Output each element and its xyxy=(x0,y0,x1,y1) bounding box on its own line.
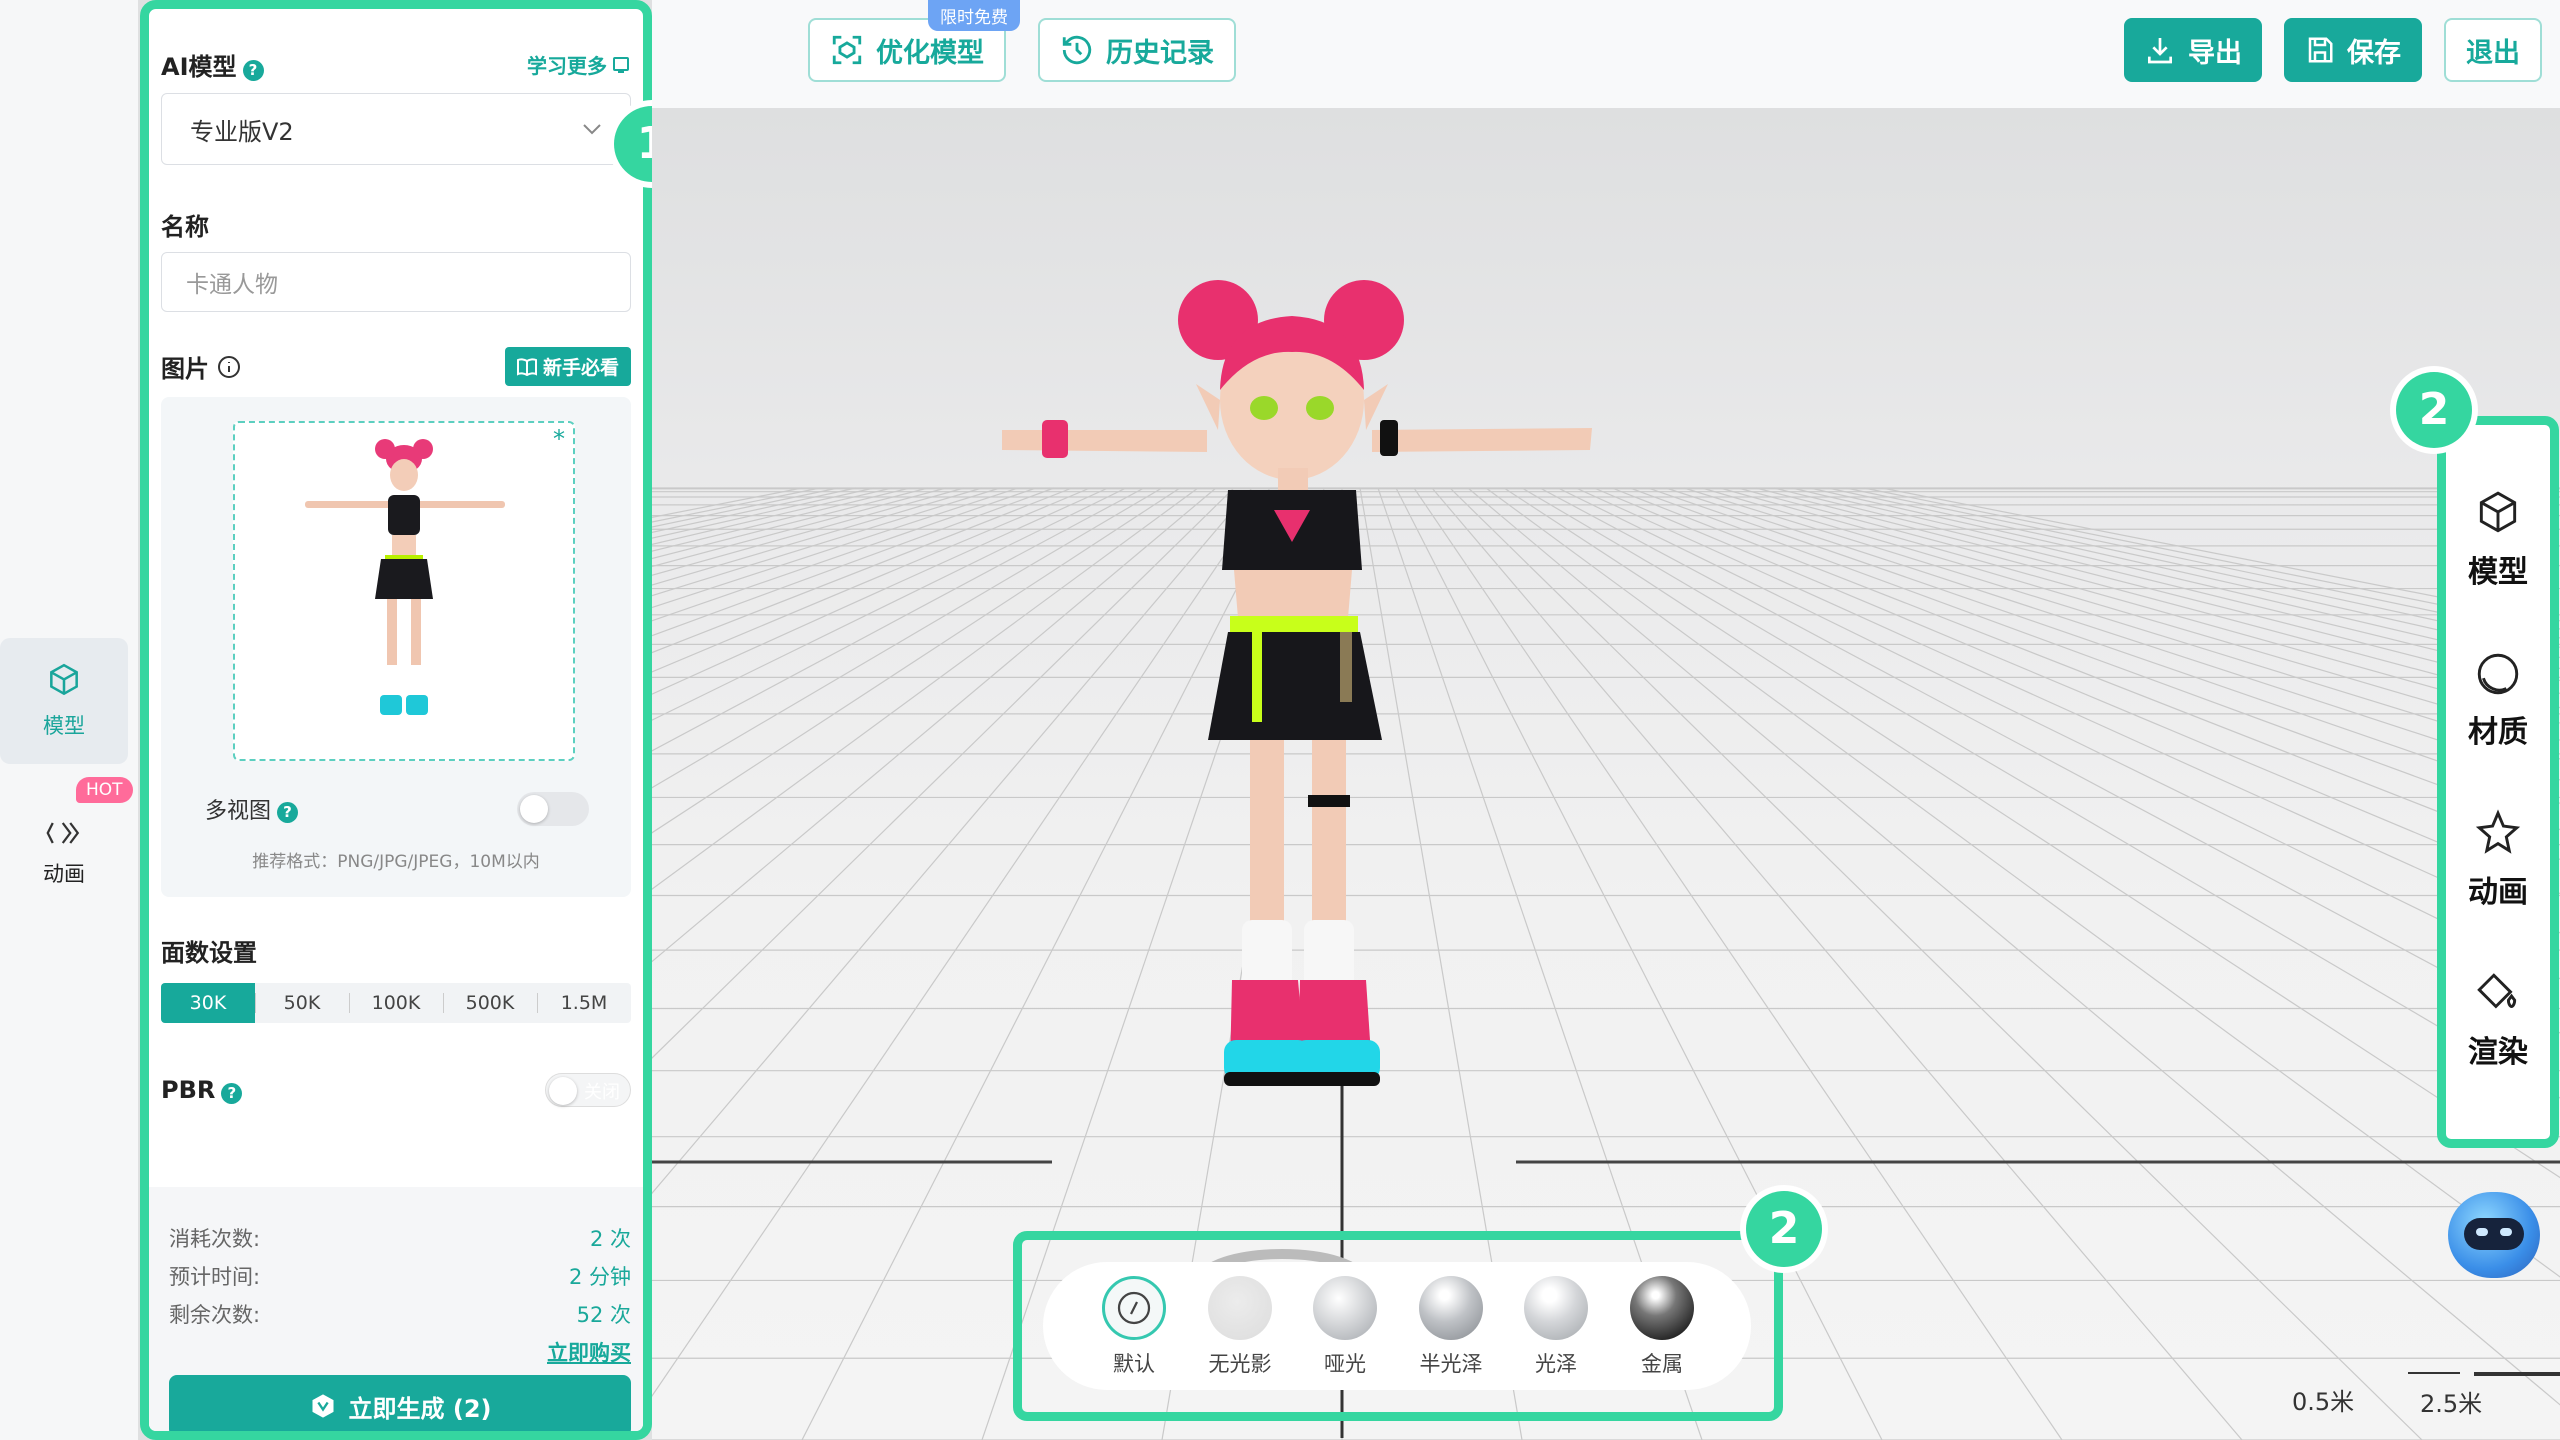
material-preset-bar: 默认 无光影 哑光 半光泽 光泽 金属 xyxy=(1043,1262,1751,1390)
cube-icon xyxy=(2479,491,2517,533)
learn-more-link[interactable]: 学习更多 xyxy=(527,50,631,79)
help-icon[interactable]: ? xyxy=(221,1083,243,1104)
scale-label-small: 0.5米 xyxy=(2292,1388,2355,1416)
pbr-toggle[interactable]: 关闭 xyxy=(545,1073,631,1107)
scan-icon xyxy=(832,35,862,65)
bot-eye xyxy=(2500,1228,2512,1236)
tool-model[interactable]: 模型 xyxy=(2446,489,2550,591)
multiview-heading: 多视图? xyxy=(205,793,299,825)
stat-cost: 消耗次数: 2 次 xyxy=(169,1227,631,1251)
gem-icon xyxy=(312,1394,333,1418)
animation-chevrons-icon xyxy=(46,822,80,844)
required-asterisk-icon: * xyxy=(553,425,565,453)
rail-model-label: 模型 xyxy=(43,714,85,738)
exit-button[interactable]: 退出 xyxy=(2444,18,2542,82)
default-material-icon xyxy=(1102,1276,1166,1340)
faces-option-50k[interactable]: 50K xyxy=(255,983,349,1023)
cube-icon xyxy=(50,663,78,696)
material-matte[interactable]: 哑光 xyxy=(1300,1276,1390,1378)
history-icon xyxy=(1062,35,1092,65)
generate-button[interactable]: 立即生成 (2) xyxy=(169,1375,631,1431)
scale-bar-small xyxy=(2408,1372,2460,1374)
rail-animation-label: 动画 xyxy=(43,862,85,886)
rail-item-animation[interactable]: 动画 xyxy=(0,790,128,916)
assistant-bot-icon[interactable] xyxy=(2448,1192,2540,1278)
faces-option-100k[interactable]: 100K xyxy=(349,983,443,1023)
paint-bucket-icon xyxy=(2477,973,2517,1009)
external-link-icon xyxy=(613,56,629,73)
buy-now-link[interactable]: 立即购买 xyxy=(547,1337,631,1367)
unlit-ball-icon xyxy=(1208,1276,1272,1340)
history-button[interactable]: 历史记录 xyxy=(1038,18,1236,82)
name-label: 名称 xyxy=(161,213,209,241)
export-button[interactable]: 导出 xyxy=(2124,18,2262,82)
gloss-ball-icon xyxy=(1524,1276,1588,1340)
matte-ball-icon xyxy=(1313,1276,1377,1340)
right-tool-panel: 模型 材质 动画 渲染 xyxy=(2437,416,2559,1148)
character-model xyxy=(1002,280,1592,1310)
cost-summary: 消耗次数: 2 次 预计时间: 2 分钟 剩余次数: 52 次 立即购买 立即生成 (… xyxy=(149,1187,643,1431)
image-upload-area[interactable]: * 多视图? 推荐格式：PNG/JPG/JPEG，10M以内 xyxy=(161,397,631,897)
material-metal[interactable]: 金属 xyxy=(1617,1276,1707,1378)
help-icon[interactable]: ? xyxy=(242,60,264,81)
download-icon xyxy=(2148,38,2172,64)
material-default[interactable]: 默认 xyxy=(1089,1276,1179,1378)
material-semi-gloss[interactable]: 半光泽 xyxy=(1406,1276,1496,1378)
toggle-knob xyxy=(549,1077,577,1105)
rail-item-model[interactable]: 模型 xyxy=(0,638,128,764)
metal-ball-icon xyxy=(1630,1276,1694,1340)
limited-time-free-badge: 限时免费 xyxy=(928,0,1020,31)
beginner-guide-button[interactable]: 新手必看 xyxy=(504,347,631,386)
semi-gloss-ball-icon xyxy=(1419,1276,1483,1340)
faces-option-500k[interactable]: 500K xyxy=(443,983,537,1023)
toggle-knob xyxy=(520,795,548,823)
sphere-icon xyxy=(2477,653,2519,695)
annotation-marker-2-right: 2 xyxy=(2396,372,2472,448)
tool-animation[interactable]: 动画 xyxy=(2446,809,2550,911)
save-button[interactable]: 保存 xyxy=(2284,18,2422,82)
material-unlit[interactable]: 无光影 xyxy=(1195,1276,1285,1378)
faces-selector: 30K 50K 100K 500K 1.5M xyxy=(161,983,631,1023)
faces-option-1-5m[interactable]: 1.5M xyxy=(537,983,631,1023)
generation-panel: AI模型? 学习更多 专业版V2 名称 卡通人物 图片 新手必看 * 多视图 ?… xyxy=(140,0,652,1440)
image-heading: 图片 xyxy=(161,349,241,384)
format-hint: 推荐格式：PNG/JPG/JPEG，10M以内 xyxy=(252,852,540,872)
pbr-toggle-label: 关闭 xyxy=(584,1082,620,1103)
uploaded-image-frame[interactable]: * xyxy=(233,421,575,761)
left-nav-rail: 模型 HOT 动画 xyxy=(0,0,138,1440)
bot-visor xyxy=(2464,1218,2524,1250)
pbr-heading: PBR? xyxy=(161,1076,243,1104)
save-icon xyxy=(2308,37,2333,63)
ai-model-heading: AI模型? xyxy=(161,47,264,82)
book-icon xyxy=(516,357,537,376)
tool-material[interactable]: 材质 xyxy=(2446,649,2550,751)
faces-option-30k[interactable]: 30K xyxy=(161,983,255,1023)
faces-heading: 面数设置 xyxy=(161,939,257,967)
ai-model-select[interactable]: 专业版V2 xyxy=(161,93,631,165)
sparkle-star-icon xyxy=(2475,809,2521,854)
ai-model-select-value: 专业版V2 xyxy=(190,117,294,146)
annotation-marker-2-bottom: 2 xyxy=(1746,1191,1822,1267)
multiview-toggle[interactable] xyxy=(517,792,589,826)
scale-label-large: 2.5米 xyxy=(2420,1390,2483,1418)
stat-time: 预计时间: 2 分钟 xyxy=(169,1265,631,1289)
material-gloss[interactable]: 光泽 xyxy=(1511,1276,1601,1378)
chevron-down-icon xyxy=(583,124,601,135)
tool-render[interactable]: 渲染 xyxy=(2446,969,2550,1071)
scale-bar-large xyxy=(2474,1372,2560,1376)
help-icon[interactable]: ? xyxy=(277,801,299,823)
info-icon[interactable] xyxy=(217,355,241,379)
stat-remaining: 剩余次数: 52 次 xyxy=(169,1303,631,1327)
name-input[interactable]: 卡通人物 xyxy=(161,252,631,312)
character-thumbnail xyxy=(305,439,505,715)
bot-eye xyxy=(2476,1228,2488,1236)
